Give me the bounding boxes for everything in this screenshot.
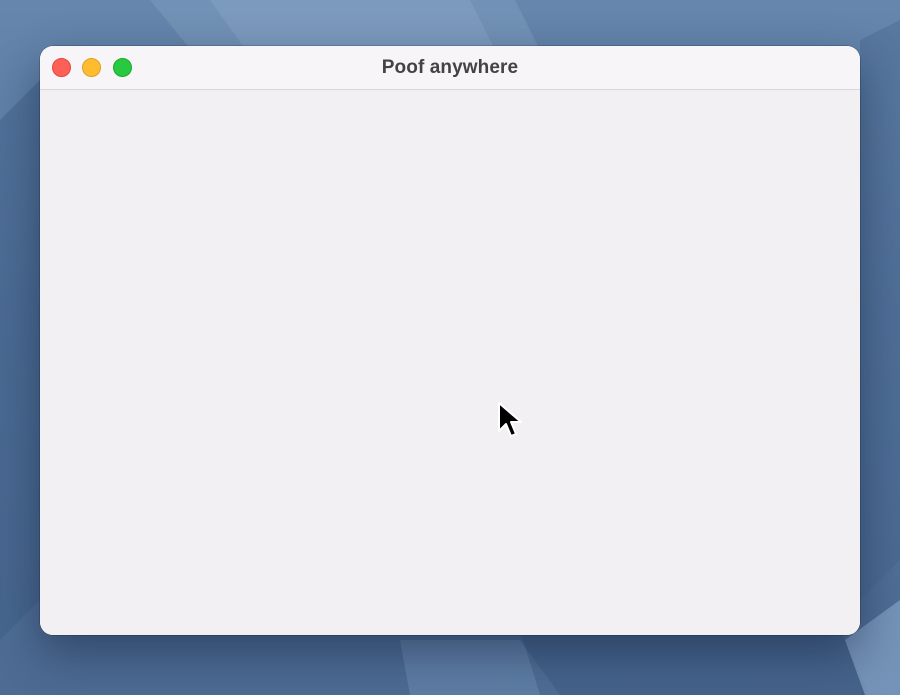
window-content[interactable] <box>40 90 860 635</box>
title-bar[interactable]: Poof anywhere <box>40 46 860 90</box>
app-window: Poof anywhere <box>40 46 860 635</box>
window-title: Poof anywhere <box>381 57 519 78</box>
arrow-cursor-icon <box>498 402 522 437</box>
